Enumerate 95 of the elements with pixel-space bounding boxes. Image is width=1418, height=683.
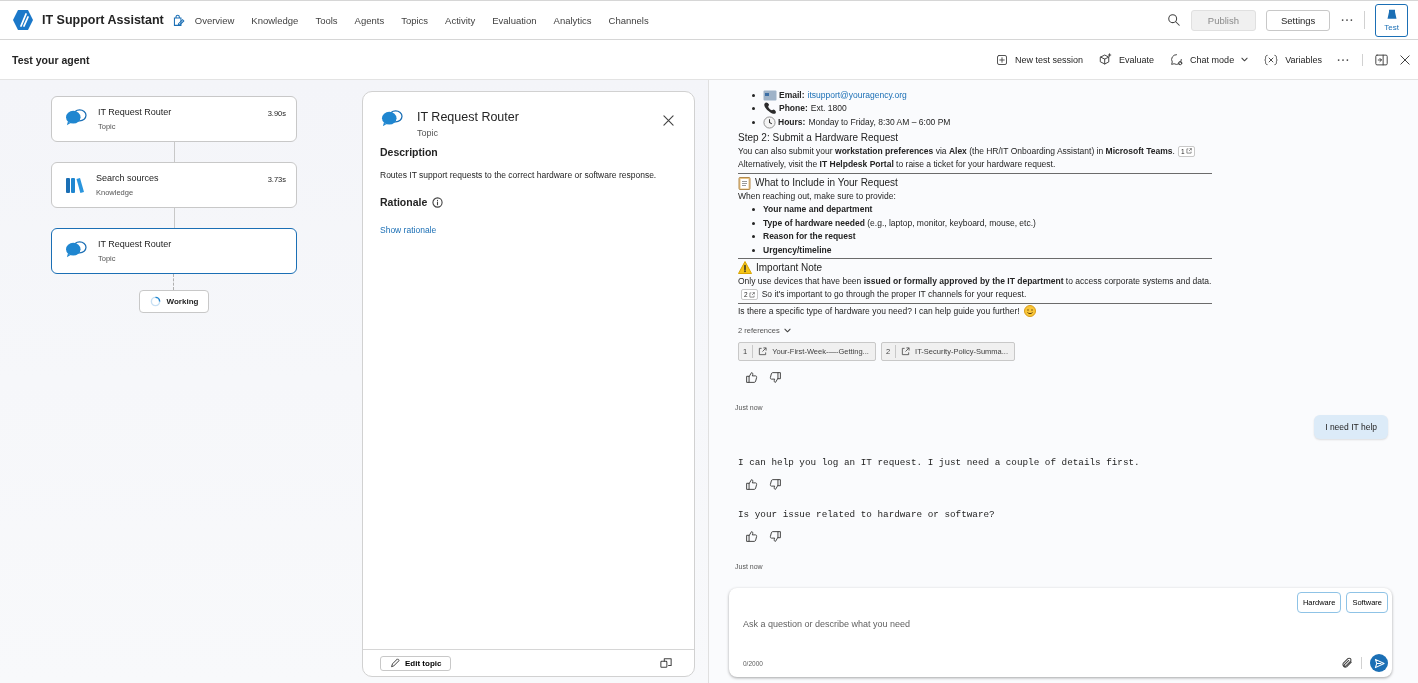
- nav-tab[interactable]: Analytics: [553, 14, 592, 26]
- show-rationale-link[interactable]: Show rationale: [380, 225, 437, 235]
- cube-sparkle-icon: [1099, 53, 1113, 66]
- contact-value: Ext. 1800: [810, 103, 847, 113]
- thumbs-up-icon[interactable]: [745, 478, 758, 491]
- bullet-icon: [752, 93, 755, 97]
- panel-title: Test your agent: [12, 53, 90, 66]
- node-title: Search sources: [96, 173, 160, 183]
- spinner-icon: [149, 296, 161, 307]
- side-panel-icon[interactable]: [1375, 53, 1388, 66]
- email-link[interactable]: itsupport@youragency.org: [807, 89, 907, 100]
- logo-icon: [12, 9, 34, 31]
- bullet-icon: [752, 248, 755, 252]
- list-item-text: Urgency/timeline: [763, 244, 832, 255]
- nav-tab[interactable]: Tools: [315, 14, 338, 26]
- books-icon: [65, 176, 85, 194]
- detail-title: IT Request Router: [417, 110, 520, 124]
- node-title: IT Request Router: [98, 107, 173, 117]
- chat-gear-icon: [1170, 53, 1184, 66]
- list-item-text: Reason for the request: [763, 231, 856, 241]
- thumbs-up-icon[interactable]: [745, 371, 758, 384]
- beaker-icon: [1385, 8, 1398, 21]
- bot-message: I can help you log an IT request. I just need a couple of details first.: [738, 457, 1141, 468]
- bullet-icon: [752, 235, 755, 239]
- nav-tab[interactable]: Overview: [194, 14, 235, 26]
- info-icon[interactable]: [432, 196, 444, 208]
- thumbs-down-icon[interactable]: [769, 478, 782, 491]
- pencil-icon: [390, 658, 400, 668]
- contact-label: Hours:: [778, 116, 806, 127]
- envelope-icon: [763, 89, 777, 101]
- message-text: You can also submit your workstation preferences via Alex (the HR/IT Onboarding Assistant) in Microsoft Teams.: [738, 145, 1175, 156]
- bullet-icon: [752, 107, 755, 111]
- app-title: IT Support Assistant: [42, 13, 164, 27]
- clock-icon: [763, 115, 776, 129]
- toolbar-button[interactable]: Chat mode: [1168, 53, 1251, 66]
- external-link-icon: [758, 346, 768, 356]
- nav-tab[interactable]: Evaluation: [492, 14, 537, 26]
- smiley-icon: [1023, 305, 1036, 318]
- nav-tab[interactable]: Knowledge: [251, 14, 299, 26]
- message-text: So it's important to go through the proper IT channels for your request.: [761, 289, 1027, 299]
- message-input[interactable]: Ask a question or describe what you need: [743, 613, 1388, 629]
- bullet-icon: [752, 120, 755, 124]
- edit-topic-button[interactable]: Edit topic: [380, 655, 452, 671]
- nav-tab[interactable]: Agents: [354, 14, 385, 26]
- toolbar-button[interactable]: New test session: [994, 53, 1086, 66]
- list-item-text: Type of hardware needed (e.g., laptop, monitor, keyboard, mouse, etc.): [763, 217, 1036, 228]
- add-square-icon: [996, 53, 1009, 66]
- message-text: Only use devices that have been issued or formally approved by the IT department to access corporate systems and data.: [738, 275, 1212, 286]
- node-title: IT Request Router: [98, 239, 173, 249]
- message-text: Alternatively, visit the IT Helpdesk Portal to raise a ticket for your hardware request.: [738, 159, 1056, 169]
- status-chip: Working: [138, 290, 210, 313]
- message-text: Is there a specific type of hardware you need? I can help guide you further!: [738, 305, 1020, 316]
- paperclip-icon[interactable]: [1341, 657, 1353, 669]
- share-icon[interactable]: [660, 657, 672, 669]
- external-link-icon: [1185, 148, 1192, 155]
- nav-tab[interactable]: Activity: [445, 14, 476, 26]
- message-heading: What to Include in Your Request: [755, 175, 898, 190]
- nav-tab[interactable]: Channels: [608, 14, 649, 26]
- edit-icon[interactable]: [171, 13, 185, 27]
- phone-icon: [763, 102, 777, 116]
- thumbs-down-icon[interactable]: [769, 530, 782, 543]
- close-icon[interactable]: [663, 115, 674, 126]
- description-text: Routes IT support requests to the correct hardware or software response.: [380, 170, 658, 180]
- clipboard-icon: [738, 175, 751, 190]
- caret-icon: [783, 328, 791, 334]
- thumbs-down-icon[interactable]: [769, 371, 782, 384]
- warning-icon: [738, 261, 752, 275]
- user-message: I need IT help: [1314, 415, 1388, 439]
- section-heading: Description: [380, 146, 439, 158]
- message-heading: Important Note: [756, 261, 823, 275]
- external-link-icon: [901, 346, 911, 356]
- contact-label: Phone:: [779, 103, 808, 113]
- caret-icon: [1241, 57, 1249, 62]
- toolbar-button[interactable]: Evaluate: [1097, 53, 1157, 66]
- send-icon: [1373, 657, 1385, 669]
- message-text: When reaching out, make sure to provide:: [738, 190, 896, 201]
- toolbar-button[interactable]: Variables: [1262, 53, 1324, 66]
- send-button[interactable]: [1370, 654, 1388, 672]
- contact-value: Monday to Friday, 8:30 AM – 6:00 PM: [808, 116, 951, 127]
- section-heading: Rationale: [380, 196, 428, 208]
- bullet-icon: [752, 208, 755, 212]
- contact-label: Email:: [779, 89, 805, 100]
- bullet-icon: [752, 221, 755, 225]
- thumbs-up-icon[interactable]: [745, 530, 758, 543]
- bot-message: Is your issue related to hardware or software?: [738, 509, 996, 520]
- search-icon[interactable]: [1166, 13, 1181, 27]
- list-item-text: Your name and department: [763, 204, 873, 214]
- settings-button[interactable]: Settings: [1266, 9, 1331, 31]
- test-button[interactable]: Test: [1375, 3, 1408, 37]
- variables-icon: [1264, 53, 1279, 66]
- message-heading: Step 2: Submit a Hardware Request: [738, 131, 899, 145]
- nav-tab[interactable]: Topics: [401, 14, 429, 26]
- close-icon[interactable]: [1400, 54, 1410, 65]
- external-link-icon: [748, 291, 755, 298]
- detail-type: Topic: [417, 128, 439, 138]
